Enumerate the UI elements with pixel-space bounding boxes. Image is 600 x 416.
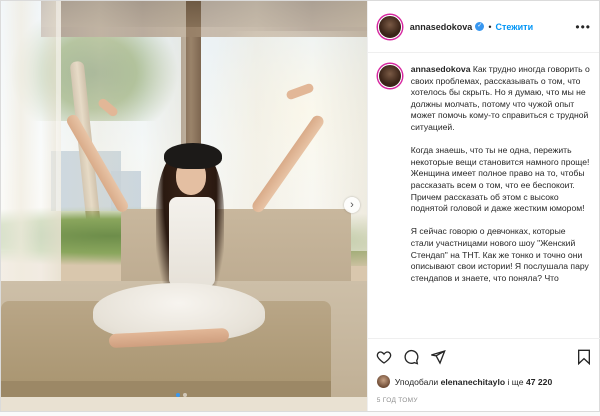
caption-paragraph-2: Когда знаешь, что ты не одна, пережить н… — [410, 145, 590, 214]
share-icon[interactable] — [430, 349, 446, 365]
carousel-dot — [183, 393, 187, 397]
likes-prefix: Уподобали — [394, 376, 439, 387]
liker-avatar[interactable] — [376, 375, 390, 388]
heart-icon[interactable] — [376, 349, 392, 365]
post-sidebar: annasedokova ✓ • Стежити ••• annasedokov… — [366, 1, 600, 411]
more-options-icon[interactable]: ••• — [575, 20, 591, 34]
bookmark-icon[interactable] — [576, 349, 592, 365]
action-bar — [367, 338, 600, 374]
photo-curtain-left — [1, 1, 61, 301]
post-header: annasedokova ✓ • Стежити ••• — [367, 1, 599, 53]
caption-paragraph-1: Как трудно иногда говорить о своих пробл… — [410, 64, 590, 132]
likes-count[interactable]: 47 220 — [526, 377, 552, 387]
verified-badge-icon: ✓ — [475, 22, 485, 31]
author-username[interactable]: annasedokova — [410, 22, 473, 32]
photo-floor — [1, 397, 367, 411]
follow-button[interactable]: Стежити — [495, 22, 533, 32]
caption-paragraph: annasedokova Как трудно иногда говорить … — [411, 64, 590, 134]
caption-text: annasedokova Как трудно иногда говорить … — [411, 64, 590, 296]
post-photo[interactable]: › — [1, 1, 367, 411]
carousel-dot-active — [176, 393, 180, 397]
likes-summary: Уподобали elenanechitaylo і ще 47 220 — [376, 375, 552, 388]
post-timestamp[interactable]: 5 ГОД ТОМУ — [377, 397, 418, 404]
instagram-post: › annasedokova ✓ • Стежити ••• annasedok… — [0, 0, 600, 412]
comments-area[interactable]: annasedokova Как трудно иногда говорить … — [368, 54, 600, 338]
comment-icon[interactable] — [403, 349, 419, 365]
caption-row: annasedokova Как трудно иногда говорить … — [377, 64, 590, 296]
photo-woman-dress — [169, 197, 215, 287]
header-separator: • — [488, 21, 492, 32]
author-avatar[interactable] — [377, 14, 402, 39]
liker-username[interactable]: elenanechitaylo — [441, 377, 505, 387]
carousel-indicator — [176, 393, 187, 397]
likes-middle: і ще — [507, 376, 524, 387]
caption-paragraph-3: Я сейчас говорю о девчонках, которые ста… — [410, 226, 589, 283]
next-photo-button[interactable]: › — [344, 197, 360, 213]
caption-author-avatar[interactable] — [377, 64, 402, 88]
caption-username[interactable]: annasedokova — [411, 64, 471, 74]
photo-woman-hat — [164, 143, 222, 169]
